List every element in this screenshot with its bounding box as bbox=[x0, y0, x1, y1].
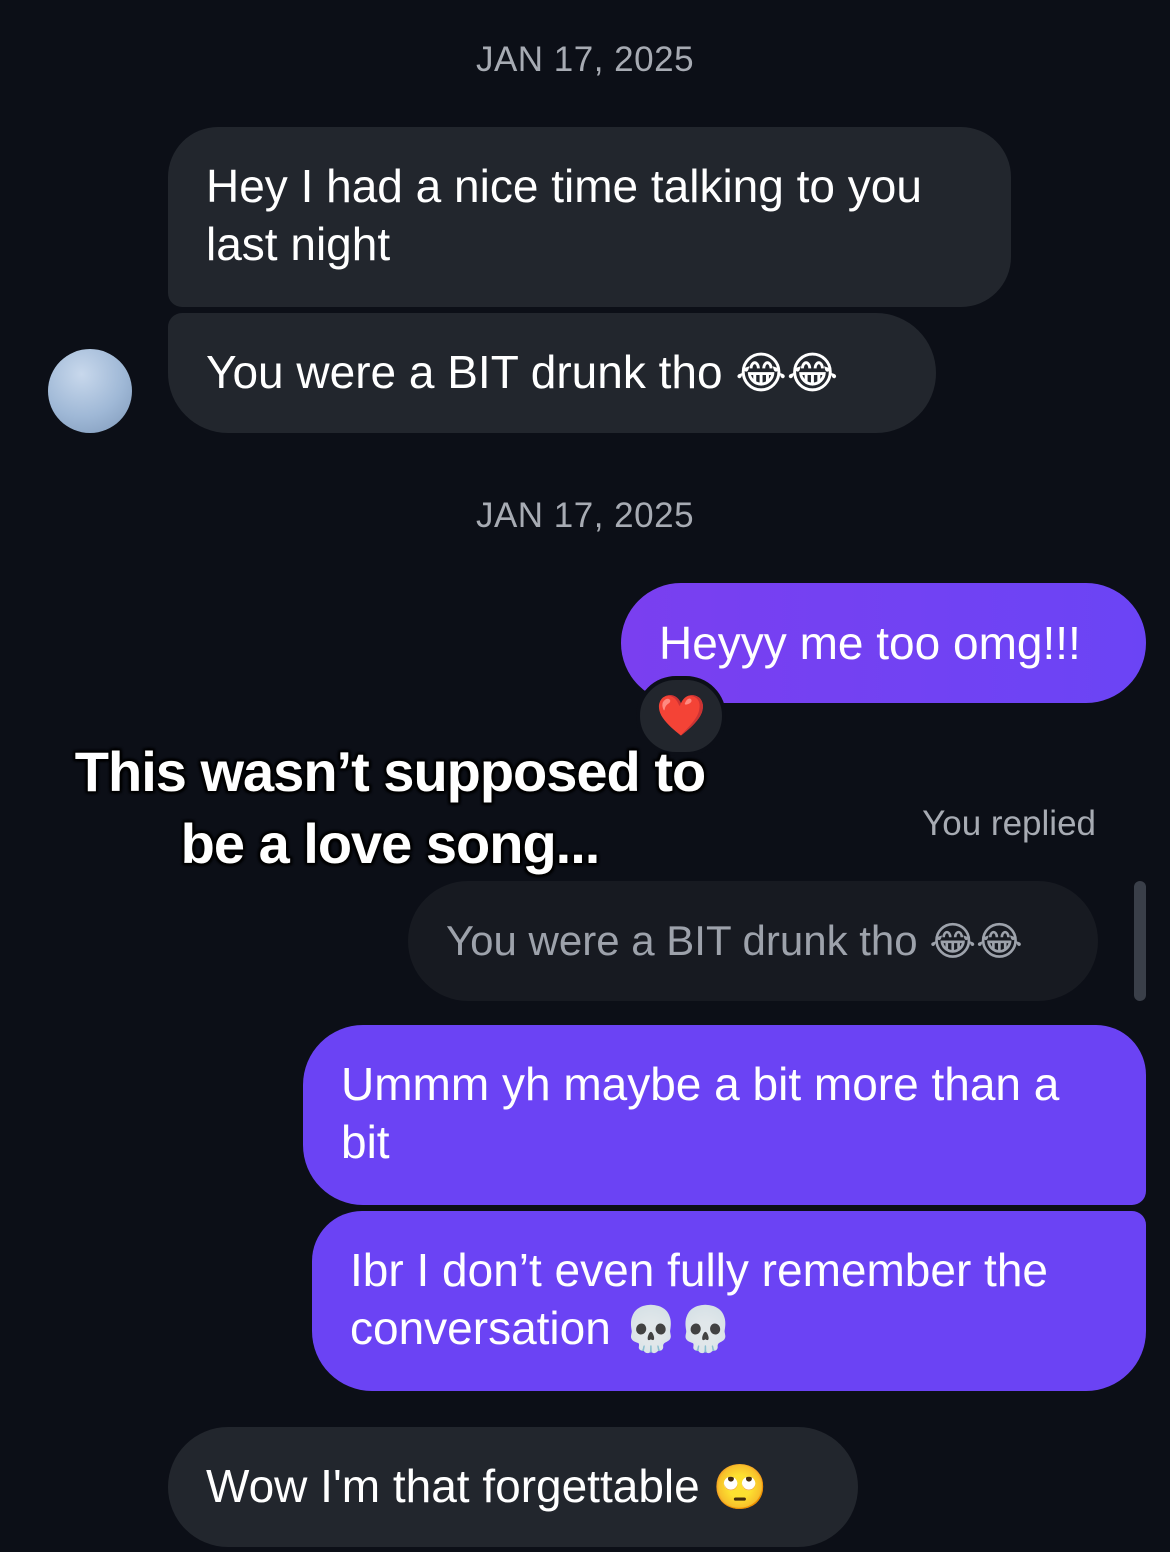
received-message-bubble[interactable]: Hey I had a nice time talking to you las… bbox=[168, 127, 1011, 307]
skull-emoji-icon: 💀💀 bbox=[623, 1304, 734, 1355]
quoted-reply-bubble[interactable]: You were a BIT drunk tho 😂😂 bbox=[408, 881, 1098, 1001]
quoted-text: You were a BIT drunk tho bbox=[446, 917, 918, 964]
reply-indicator-bar bbox=[1134, 881, 1146, 1001]
reply-label: You replied bbox=[922, 804, 1096, 843]
overlay-caption-line: be a love song... bbox=[180, 812, 601, 875]
laughing-emoji-icon: 😂😂 bbox=[929, 919, 1023, 965]
message-text: Hey I had a nice time talking to you las… bbox=[206, 160, 922, 270]
overlay-caption: This wasn’t supposed to be a love song..… bbox=[40, 736, 740, 880]
overlay-caption-line: This wasn’t supposed to bbox=[74, 740, 706, 803]
eye-roll-emoji-icon: 🙄 bbox=[712, 1462, 768, 1513]
timestamp: JAN 17, 2025 bbox=[475, 40, 695, 79]
message-text: Wow I'm that forgettable bbox=[206, 1460, 700, 1512]
timestamp: JAN 17, 2025 bbox=[475, 496, 695, 535]
sent-message-bubble[interactable]: Ummm yh maybe a bit more than a bit bbox=[303, 1025, 1146, 1205]
received-message-bubble[interactable]: Wow I'm that forgettable 🙄 bbox=[168, 1427, 858, 1547]
sent-message-bubble[interactable]: Ibr I don’t even fully remember the conv… bbox=[312, 1211, 1146, 1391]
contact-avatar[interactable] bbox=[48, 349, 132, 433]
laughing-emoji-icon: 😂😂 bbox=[735, 348, 839, 399]
received-message-bubble[interactable]: You were a BIT drunk tho 😂😂 bbox=[168, 313, 936, 433]
message-text: Heyyy me too omg!!! bbox=[659, 617, 1081, 669]
message-text: You were a BIT drunk tho bbox=[206, 346, 723, 398]
message-text: Ummm yh maybe a bit more than a bit bbox=[341, 1058, 1060, 1168]
